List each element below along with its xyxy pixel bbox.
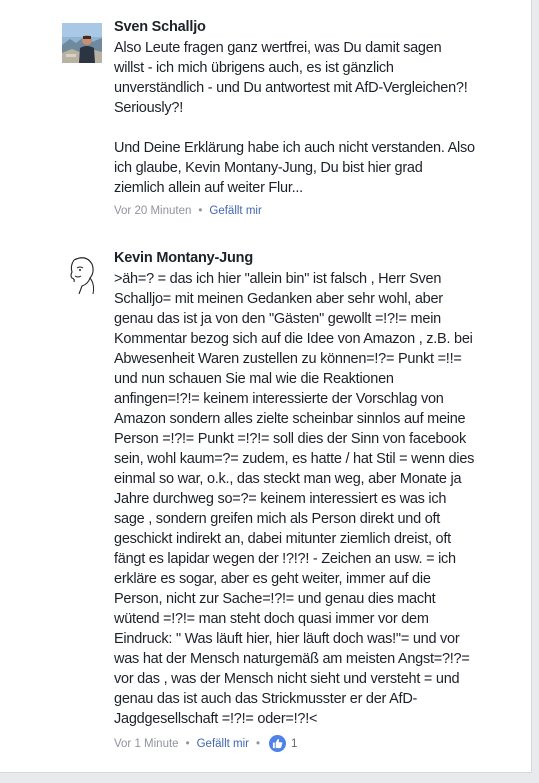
comment-line: Jahre durchweg so=?= keinem interessiert… [114, 491, 447, 507]
comment-line: vor das , was der Mensch nicht sieht und… [114, 671, 460, 687]
comment-line: Kommentar bezog sich auf die Idee von Am… [114, 331, 473, 347]
comment-line: einmal so war, o.k., das steckt man weg,… [114, 471, 462, 487]
comment-line: ziemlich allein auf weiter Flur... [114, 180, 303, 196]
comment-line: >äh=? = das ich hier "allein bin" ist fa… [114, 271, 442, 287]
comment-line: genau das ist ja von den "Gästen" gewoll… [114, 311, 441, 327]
timestamp[interactable]: Vor 20 Minuten [114, 204, 191, 218]
comment-text: Also Leute fragen ganz wertfrei, was Du … [114, 38, 528, 198]
comment-line: Also Leute fragen ganz wertfrei, was Du … [114, 40, 442, 56]
separator-dot: • [198, 205, 203, 217]
comment-line: Person =!?!= Punkt =!?!= soll dies der S… [114, 431, 466, 447]
comment-line: Abwesenheit Waren zustellen zu können=!?… [114, 351, 462, 367]
like-button[interactable]: Gefällt mir [197, 737, 249, 751]
paragraph-break [114, 118, 528, 138]
comment-line: genau das ist auch das Strickmusster er … [114, 691, 418, 707]
separator-dot: • [256, 737, 261, 750]
comment-line: Amazon sondern alles zielte scheinbar si… [114, 411, 466, 427]
comment-line: sein, wohl kaum=?= zudem, es hatte / hat… [114, 451, 475, 467]
reaction-summary[interactable]: 1 [269, 735, 297, 752]
avatar[interactable] [62, 254, 102, 294]
comment-line: anfingen=!?!= keinem interessierte der V… [114, 391, 444, 407]
comment-line: wütend =!?!= man steht doch quasi immer … [114, 611, 429, 627]
reaction-count: 1 [291, 737, 298, 750]
comment-meta: Vor 1 Minute • Gefällt mir • 1 [114, 735, 528, 752]
comment-meta: Vor 20 Minuten • Gefällt mir [114, 204, 528, 218]
comment-text: >äh=? = das ich hier "allein bin" ist fa… [114, 269, 528, 729]
comments-panel: Sven Schalljo Also Leute fragen ganz wer… [0, 0, 532, 773]
comment-author[interactable]: Kevin Montany-Jung [114, 249, 528, 269]
comment-line: Eindruck: " Was läuft hier, hier läuft d… [114, 631, 460, 647]
comment-line: sage , sondern greifen mich als Person d… [114, 511, 441, 527]
comment-line: willst - ich mich übrigens auch, es ist … [114, 60, 394, 76]
comment-line: Und Deine Erklärung habe ich auch nicht … [114, 140, 475, 156]
comment-line: Person, nicht zur Sache=!?!= und genau d… [114, 591, 436, 607]
thumbs-up-icon [269, 735, 287, 752]
comment-line: erkläre es sogar, aber es geht weiter, i… [114, 571, 431, 587]
timestamp[interactable]: Vor 1 Minute [114, 737, 179, 751]
comment-line: Seriously?! [114, 100, 183, 116]
separator-dot: • [185, 737, 190, 750]
comment-line: geschickt indirekt an, dabei mitunter zi… [114, 531, 451, 547]
comment-line: Jagdgesellschaft =!?!= oder=!?!< [114, 711, 318, 727]
comment-author[interactable]: Sven Schalljo [114, 18, 528, 38]
avatar[interactable] [62, 23, 102, 63]
like-button[interactable]: Gefällt mir [209, 204, 261, 218]
comment-line: Schalljo= mit meinen Gedanken aber sehr … [114, 291, 443, 307]
sketch-face-avatar-icon [62, 254, 102, 294]
profile-photo-icon [62, 23, 102, 63]
comment-line: unverständlich - und Du antwortest mit A… [114, 80, 468, 96]
comment-line: fängt es lapidar wegen der !?!?! - Zeich… [114, 551, 456, 567]
comment-line: ich glaube, Kevin Montany-Jung, Du bist … [114, 160, 423, 176]
comment-line: und nun schauen Sie mal wie die Reaktion… [114, 371, 394, 387]
comment-line: was hat der Mensch naturgemäß am meisten… [114, 651, 470, 667]
